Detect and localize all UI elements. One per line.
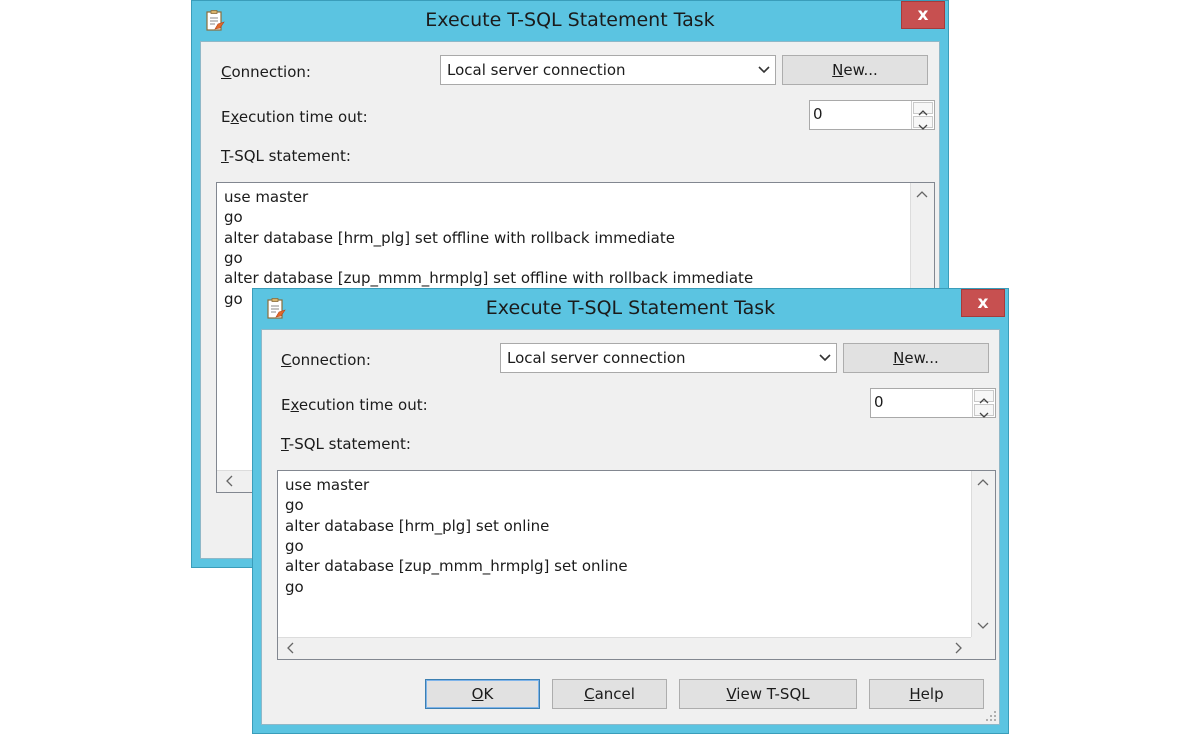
spin-down-button[interactable] bbox=[913, 116, 933, 130]
code-line: go bbox=[224, 249, 243, 267]
code-line: go bbox=[285, 578, 304, 596]
close-icon: x bbox=[977, 293, 989, 313]
spin-buttons bbox=[972, 389, 995, 418]
scroll-left-icon[interactable] bbox=[219, 471, 241, 491]
scroll-up-icon[interactable] bbox=[911, 185, 933, 205]
connection-value: Local server connection bbox=[447, 61, 626, 79]
horizontal-scrollbar[interactable] bbox=[278, 637, 971, 659]
title-bar[interactable]: Execute T-SQL Statement Task x bbox=[192, 1, 948, 41]
view-tsql-button[interactable]: View T-SQL bbox=[679, 679, 857, 709]
statement-label: T-SQL statement: bbox=[281, 435, 411, 453]
timeout-value: 0 bbox=[874, 393, 884, 411]
close-button[interactable]: x bbox=[901, 1, 945, 29]
spin-buttons bbox=[911, 101, 934, 130]
sql-editor[interactable]: use master go alter database [hrm_plg] s… bbox=[277, 470, 996, 660]
spin-down-icon bbox=[979, 412, 989, 418]
timeout-label: Execution time out: bbox=[221, 108, 368, 126]
code-line: use master bbox=[285, 476, 370, 494]
scroll-left-icon[interactable] bbox=[280, 638, 302, 658]
cancel-button[interactable]: Cancel bbox=[552, 679, 667, 709]
connection-label: Connection: bbox=[221, 63, 311, 81]
code-line: alter database [hrm_plg] set offline wit… bbox=[224, 229, 675, 247]
ok-button[interactable]: OK bbox=[425, 679, 540, 709]
spin-down-icon bbox=[918, 124, 928, 130]
dropdown-arrow-icon bbox=[819, 354, 831, 362]
close-icon: x bbox=[917, 5, 929, 25]
dialog-title: Execute T-SQL Statement Task bbox=[425, 9, 715, 31]
timeout-stepper[interactable]: 0 bbox=[809, 100, 935, 130]
timeout-stepper[interactable]: 0 bbox=[870, 388, 996, 418]
dialog-body: Connection: Local server connection New.… bbox=[261, 329, 1000, 725]
scroll-up-icon[interactable] bbox=[972, 473, 994, 493]
timeout-label: Execution time out: bbox=[281, 396, 428, 414]
dialog-title: Execute T-SQL Statement Task bbox=[485, 297, 776, 319]
scroll-right-icon[interactable] bbox=[947, 638, 969, 658]
new-connection-button[interactable]: New... bbox=[843, 343, 989, 373]
resize-grip-icon[interactable] bbox=[985, 710, 997, 722]
connection-label: Connection: bbox=[281, 351, 371, 369]
code-line: go bbox=[285, 537, 304, 555]
dialog-front: Execute T-SQL Statement Task x Connectio… bbox=[252, 288, 1009, 734]
connection-value: Local server connection bbox=[507, 349, 686, 367]
spin-up-button[interactable] bbox=[913, 102, 933, 116]
connection-select[interactable]: Local server connection bbox=[440, 55, 776, 85]
spin-down-button[interactable] bbox=[974, 404, 994, 418]
timeout-value: 0 bbox=[813, 105, 823, 123]
code-line: use master bbox=[224, 188, 309, 206]
screen: Execute T-SQL Statement Task x Connectio… bbox=[0, 0, 1200, 736]
scroll-corner bbox=[971, 637, 995, 659]
vertical-scrollbar[interactable] bbox=[971, 471, 995, 637]
scroll-down-icon[interactable] bbox=[972, 615, 994, 635]
new-connection-button[interactable]: New... bbox=[782, 55, 928, 85]
code-line: go bbox=[224, 208, 243, 226]
title-bar[interactable]: Execute T-SQL Statement Task x bbox=[253, 289, 1008, 329]
code-line: go bbox=[224, 290, 243, 308]
close-button[interactable]: x bbox=[961, 289, 1005, 317]
code-line: alter database [zup_mmm_hrmplg] set offl… bbox=[224, 269, 754, 287]
help-button[interactable]: Help bbox=[869, 679, 984, 709]
dropdown-arrow-icon bbox=[758, 66, 770, 74]
statement-label: T-SQL statement: bbox=[221, 147, 351, 165]
spin-up-button[interactable] bbox=[974, 390, 994, 404]
code-line: go bbox=[285, 496, 304, 514]
connection-select[interactable]: Local server connection bbox=[500, 343, 837, 373]
code-line: alter database [zup_mmm_hrmplg] set onli… bbox=[285, 557, 628, 575]
code-line: alter database [hrm_plg] set online bbox=[285, 517, 550, 535]
